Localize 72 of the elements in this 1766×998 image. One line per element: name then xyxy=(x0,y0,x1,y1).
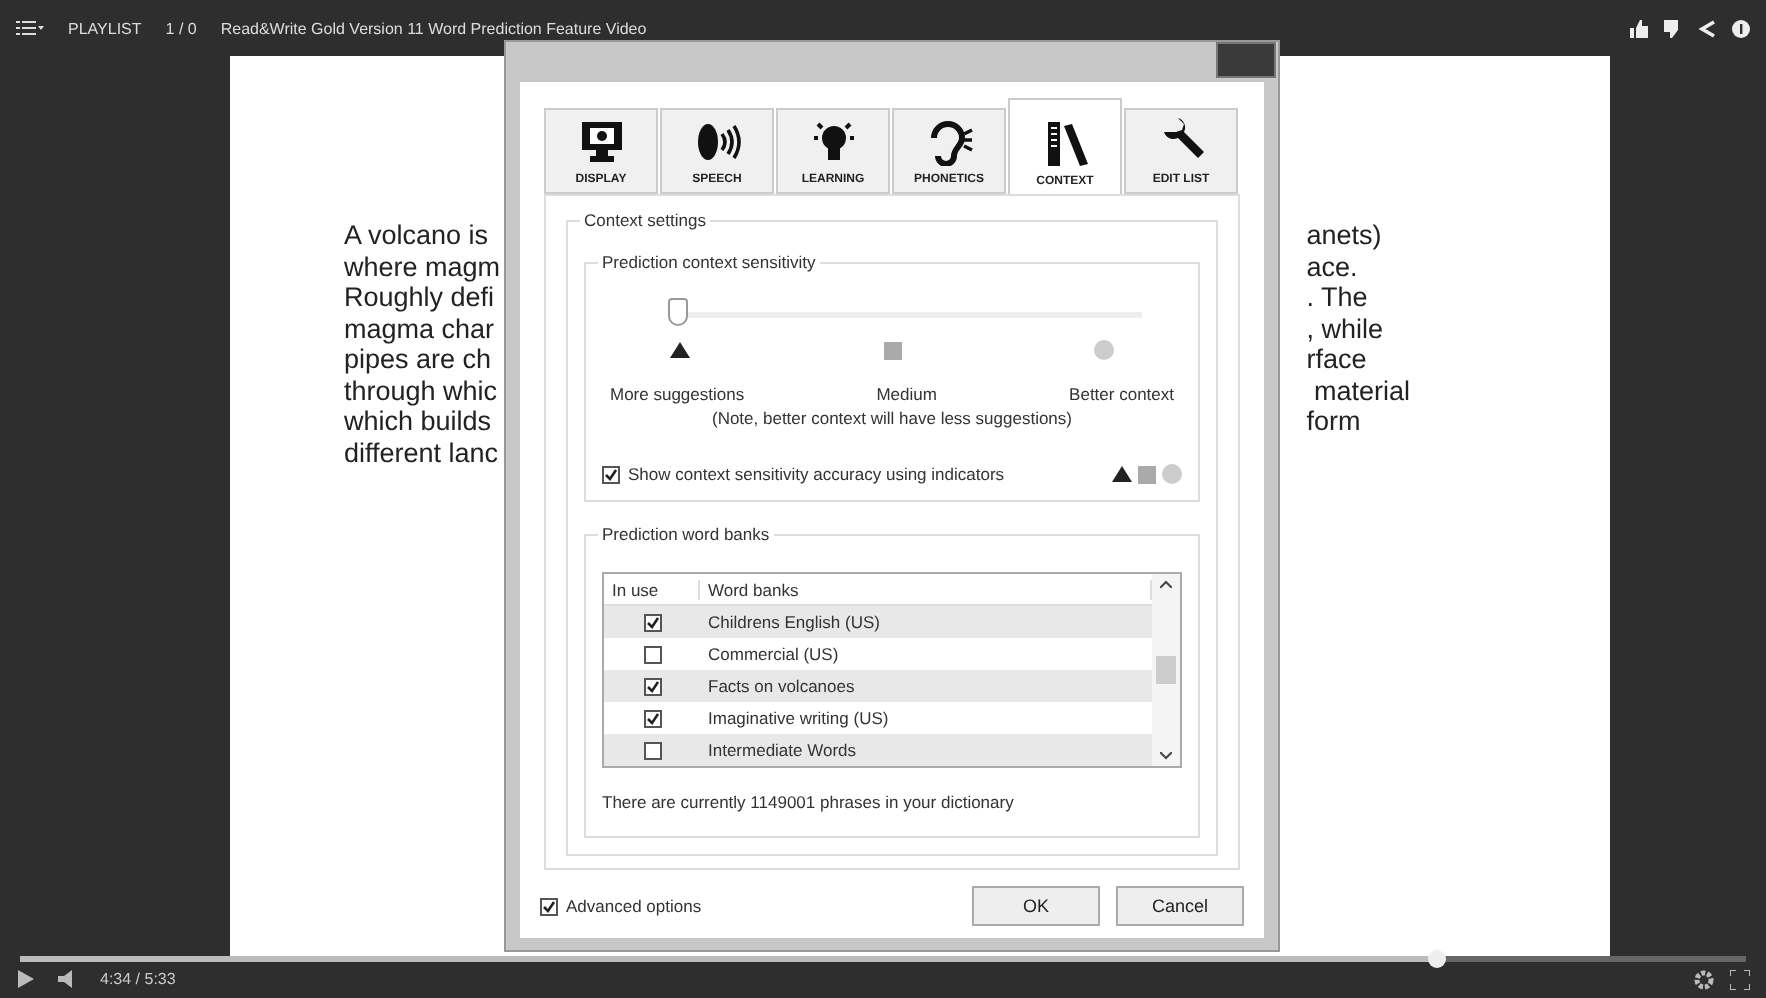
fullscreen-icon[interactable] xyxy=(1730,969,1750,989)
checkbox-label: Advanced options xyxy=(566,896,702,916)
sensitivity-note: (Note, better context will have less suggestions) xyxy=(709,408,1074,428)
circle-icon xyxy=(1162,464,1182,484)
video-text-line: where magm xyxy=(344,251,501,282)
circle-icon xyxy=(1094,340,1114,360)
triangle-icon xyxy=(670,342,690,358)
group-title: Prediction word banks xyxy=(598,524,774,544)
in-use-checkbox[interactable] xyxy=(643,709,661,727)
video-text-line: which builds xyxy=(344,406,494,437)
settings-icon[interactable] xyxy=(1694,969,1714,989)
time-display: 4:34 / 5:33 xyxy=(100,970,176,988)
video-text-line: through whic xyxy=(344,375,500,406)
info-icon[interactable] xyxy=(1732,19,1750,37)
play-icon[interactable] xyxy=(16,970,34,988)
word-bank-name: Facts on volcanoes xyxy=(706,676,857,696)
playlist-label[interactable]: PLAYLIST xyxy=(68,19,142,37)
speaker-sound-icon xyxy=(693,118,741,166)
scrollbar[interactable] xyxy=(1152,574,1180,766)
monitor-icon xyxy=(577,118,625,166)
video-title: Read&Write Gold Version 11 Word Prediction Feature Video xyxy=(220,19,647,37)
square-icon xyxy=(1138,465,1156,483)
share-icon[interactable] xyxy=(1698,19,1716,37)
word-bank-name: Imaginative writing (US) xyxy=(706,708,891,728)
word-bank-row[interactable]: Facts on volcanoes xyxy=(604,670,1152,702)
in-use-checkbox[interactable] xyxy=(643,677,661,695)
video-text-line: anets) xyxy=(1306,220,1384,251)
video-text-line: ace. xyxy=(1306,251,1360,282)
triangle-icon xyxy=(1112,466,1132,482)
word-bank-row[interactable]: Childrens English (US) xyxy=(604,606,1152,638)
video-text-line: pipes are ch xyxy=(344,344,494,375)
advanced-checkbox[interactable] xyxy=(540,897,558,915)
slider-label: Better context xyxy=(1069,384,1174,404)
playlist-icon[interactable] xyxy=(16,20,44,36)
slider-thumb[interactable] xyxy=(668,298,688,326)
thumbs-down-icon[interactable] xyxy=(1664,19,1682,37)
video-text-line: A volcano is xyxy=(344,220,491,251)
video-text-line: . The xyxy=(1306,282,1370,313)
indicator-checkbox[interactable] xyxy=(602,465,620,483)
in-use-checkbox[interactable] xyxy=(643,645,661,663)
video-text-line: form xyxy=(1306,406,1363,437)
scroll-thumb[interactable] xyxy=(1156,656,1176,684)
word-bank-row[interactable]: Intermediate Words xyxy=(604,734,1152,766)
square-icon xyxy=(883,341,901,359)
video-text-line: rface xyxy=(1306,344,1369,375)
playlist-count: 1 / 0 xyxy=(165,19,197,37)
word-bank-name: Intermediate Words xyxy=(706,740,859,760)
dialog-button[interactable]: Cancel xyxy=(1116,886,1244,926)
in-use-checkbox[interactable] xyxy=(643,741,661,759)
video-text-line: material xyxy=(1311,375,1410,406)
lightbulb-icon xyxy=(809,118,857,166)
word-bank-name: Commercial (US) xyxy=(706,644,841,664)
in-use-checkbox[interactable] xyxy=(643,613,661,631)
ear-icon xyxy=(925,118,973,166)
volume-icon[interactable] xyxy=(58,970,76,988)
checkbox-label: Show context sensitivity accuracy using indicators xyxy=(628,464,1005,484)
group-title: Prediction context sensitivity xyxy=(598,252,820,272)
dialog-button[interactable]: OK xyxy=(972,886,1100,926)
thumbs-up-icon[interactable] xyxy=(1630,19,1648,37)
close-button[interactable] xyxy=(1216,42,1276,78)
chevron-down-icon[interactable] xyxy=(1160,752,1172,760)
dictionary-summary: There are currently 1149001 phrases in your dictionary xyxy=(602,792,1016,812)
video-text-line: , while xyxy=(1306,313,1385,344)
video-text-line: magma char xyxy=(344,313,497,344)
slider-label: Medium xyxy=(876,384,937,404)
video-text-line: different lanc xyxy=(344,437,501,468)
group-title: Context settings xyxy=(580,210,710,230)
video-text-line: Roughly defi xyxy=(344,282,497,313)
column-header: In use xyxy=(604,579,700,599)
chevron-up-icon[interactable] xyxy=(1160,580,1172,588)
word-bank-name: Childrens English (US) xyxy=(706,612,882,632)
slider-label: More suggestions xyxy=(610,384,745,404)
